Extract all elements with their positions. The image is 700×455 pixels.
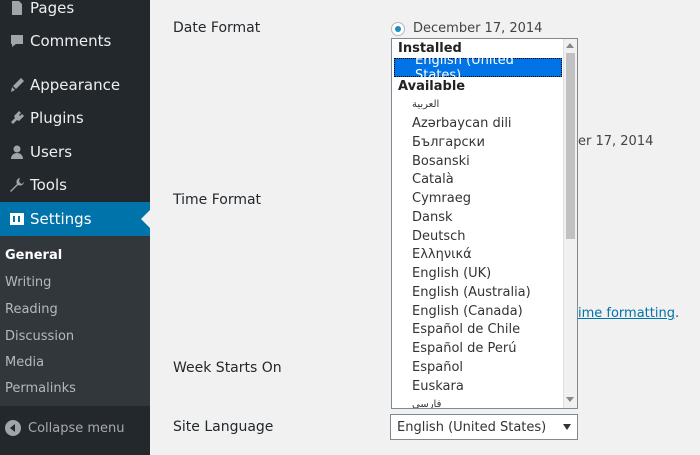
- week-starts-label: Week Starts On: [173, 360, 282, 376]
- option-spanish[interactable]: Español: [392, 358, 564, 377]
- submenu-reading[interactable]: Reading: [5, 302, 58, 317]
- option-german[interactable]: Deutsch: [392, 227, 564, 246]
- submenu-discussion[interactable]: Discussion: [5, 329, 74, 344]
- option-danish[interactable]: Dansk: [392, 208, 564, 227]
- option-greek[interactable]: Ελληνικά: [392, 245, 564, 264]
- submenu-permalinks[interactable]: Permalinks: [5, 381, 76, 396]
- language-dropdown-list[interactable]: Installed English (United States) Availa…: [391, 38, 578, 409]
- menu-label: Plugins: [30, 109, 84, 127]
- tools-icon: [4, 177, 30, 193]
- comments-icon: [4, 33, 30, 49]
- menu-label: Tools: [30, 176, 67, 194]
- plugins-icon: [4, 110, 30, 126]
- option-arabic[interactable]: العربية: [392, 95, 564, 114]
- date-format-radio-1[interactable]: [391, 22, 405, 36]
- submenu-writing[interactable]: Writing: [5, 275, 51, 290]
- menu-label: Appearance: [30, 76, 121, 94]
- collapse-label: Collapse menu: [28, 420, 125, 436]
- option-spanish-peru[interactable]: Español de Perú: [392, 339, 564, 358]
- time-formatting-link[interactable]: ime formatting: [578, 306, 675, 321]
- current-menu-arrow: [141, 210, 150, 228]
- menu-label: Comments: [30, 32, 112, 50]
- option-bulgarian[interactable]: Български: [392, 133, 564, 152]
- option-bosnian[interactable]: Bosanski: [392, 152, 564, 171]
- menu-item-tools[interactable]: Tools: [0, 168, 150, 202]
- dropdown-scrollbar[interactable]: [563, 39, 577, 408]
- users-icon: [4, 144, 30, 160]
- menu-item-comments[interactable]: Comments: [0, 24, 150, 58]
- chevron-down-icon: [563, 424, 571, 430]
- settings-submenu: General Writing Reading Discussion Media…: [0, 236, 150, 406]
- menu-label: Users: [30, 143, 73, 161]
- settings-icon: [4, 211, 30, 227]
- menu-item-plugins[interactable]: Plugins: [0, 101, 150, 135]
- collapse-menu-button[interactable]: Collapse menu: [0, 414, 150, 442]
- menu-item-settings[interactable]: Settings: [0, 202, 150, 236]
- option-english-us[interactable]: English (United States): [394, 53, 562, 83]
- menu-item-appearance[interactable]: Appearance: [0, 68, 150, 102]
- date-format-label: Date Format: [173, 20, 261, 36]
- menu-item-pages[interactable]: Pages: [0, 0, 150, 25]
- date-format-option-partial: er 17, 2014: [578, 134, 654, 149]
- option-basque[interactable]: Euskara: [392, 377, 564, 396]
- option-english-canada[interactable]: English (Canada): [392, 302, 564, 321]
- option-azerbaijani[interactable]: Azərbaycan dili: [392, 114, 564, 133]
- date-format-option-text: December 17, 2014: [413, 21, 543, 36]
- pages-icon: [4, 0, 30, 16]
- option-catalan[interactable]: Català: [392, 170, 564, 189]
- scroll-down-arrow-icon[interactable]: [566, 397, 574, 402]
- option-english-uk[interactable]: English (UK): [392, 264, 564, 283]
- menu-label: Settings: [30, 210, 92, 228]
- optgroup-available: Available: [398, 79, 466, 94]
- link-period: .: [675, 306, 680, 321]
- time-format-label: Time Format: [173, 192, 262, 208]
- collapse-arrow-icon: [5, 420, 21, 436]
- option-welsh[interactable]: Cymraeg: [392, 189, 564, 208]
- scroll-up-arrow-icon[interactable]: [566, 43, 574, 48]
- menu-label: Pages: [30, 0, 75, 17]
- appearance-icon: [4, 77, 30, 93]
- option-english-australia[interactable]: English (Australia): [392, 283, 564, 302]
- site-language-selected-value: English (United States): [397, 419, 547, 435]
- option-persian[interactable]: فارسی: [392, 395, 564, 408]
- submenu-general[interactable]: General: [5, 248, 62, 263]
- submenu-media[interactable]: Media: [5, 355, 44, 370]
- scrollbar-thumb[interactable]: [566, 53, 575, 239]
- site-language-select[interactable]: English (United States): [390, 414, 578, 440]
- admin-sidebar: Pages Comments Appearance Plugins Users …: [0, 0, 150, 455]
- site-language-label: Site Language: [173, 419, 274, 435]
- menu-item-users[interactable]: Users: [0, 135, 150, 169]
- option-spanish-chile[interactable]: Español de Chile: [392, 320, 564, 339]
